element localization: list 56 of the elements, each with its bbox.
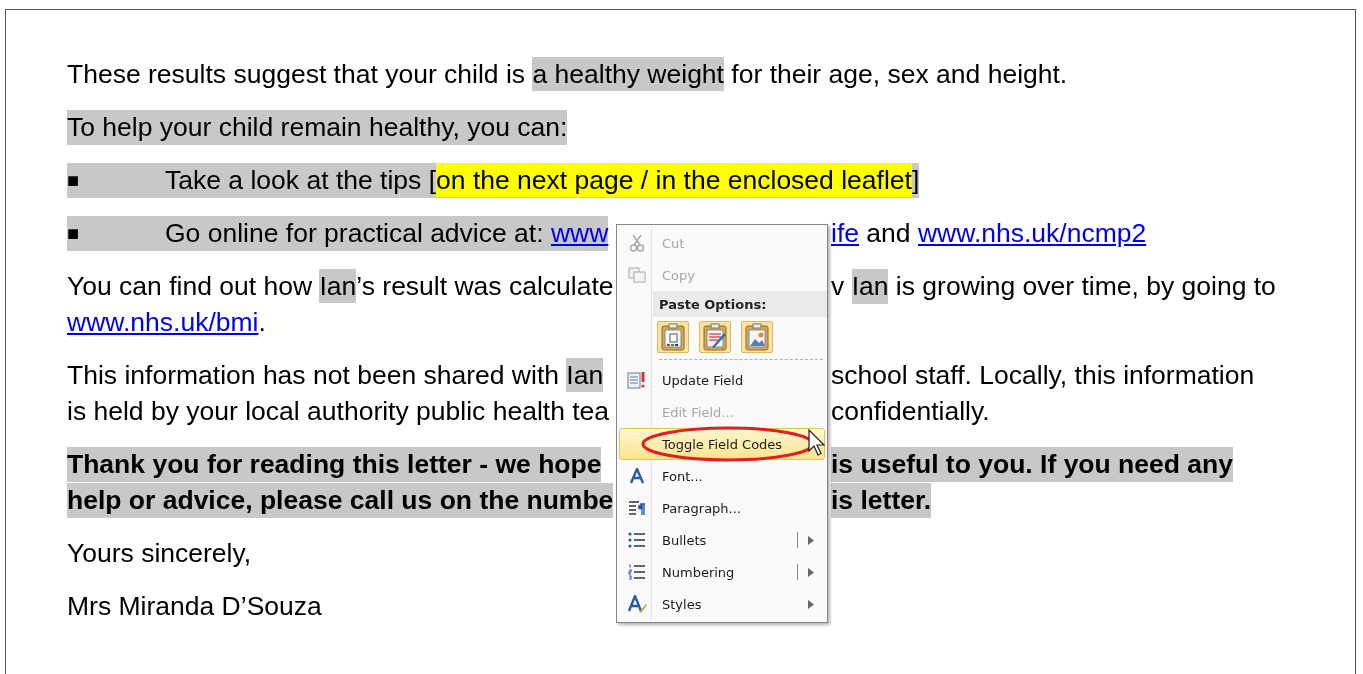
menu-item[interactable]: Toggle Field Codes [619,428,825,460]
text-line: You can find out how Ian’s result was calculate [67,270,614,302]
menu-item-label: Toggle Field Codes [662,436,783,452]
link[interactable]: www.nhs.uk/ncmp2 [917,217,1147,249]
numbered-list-icon [628,564,646,580]
link[interactable]: www [550,217,609,248]
text-line: These results suggest that your child is a healthy weight for their age, sex and height. [67,58,1068,90]
text-line: school staff. Locally, this information [831,358,1255,392]
text-line: This information has not been shared with Ian [67,359,604,391]
paste-option-button[interactable] [741,321,773,353]
letter-a-brush-icon [627,595,647,613]
scissors-icon [629,234,645,252]
menu-item-label: Numbering [662,564,735,580]
menu-item-label: Cut [662,235,685,251]
text-line: To help your child remain healthy, you can: [67,111,568,143]
menu-item-label: Copy [662,267,695,283]
menu-item-label: Bullets [662,532,707,548]
text-line: Go online for practical advice at: www [165,217,609,249]
text-line: confidentially. [831,394,990,428]
menu-item[interactable]: Paragraph... [619,492,825,524]
paragraph-icon [628,500,646,516]
clipboard-picture-icon [744,323,770,351]
menu-item-label: Paragraph... [662,500,741,516]
copy-icon [628,267,646,283]
link[interactable]: www.nhs.uk/bmi [67,306,259,337]
text-line: is held by your local authority public health tea [67,395,610,427]
menu-item-label: Update Field [662,372,744,388]
text-line: Thank you for reading this letter - we hope [67,448,602,480]
text-line: v Ian is growing over time, by going to [831,266,1276,306]
text-line: Yours sincerely, [67,537,252,569]
menu-item-label: Styles [662,596,702,612]
letter-a-icon [629,468,645,484]
clipboard-text-icon [660,323,686,351]
submenu-arrow-icon [808,599,814,609]
paste-option-button[interactable] [699,321,731,353]
submenu-arrow-icon [808,535,814,545]
menu-item[interactable]: Update Field [619,364,825,396]
text-line: ife and www.nhs.uk/ncmp2 [831,216,1147,251]
menu-item[interactable]: Styles [619,588,825,620]
menu-item-label: Edit Field... [662,404,734,420]
link[interactable]: ife [831,217,859,249]
text-line: Mrs Miranda D’Souza [67,590,322,622]
submenu-arrow-icon [808,567,814,577]
menu-item[interactable]: Font... [619,460,825,492]
menu-item[interactable]: Numbering [619,556,825,588]
clipboard-brush-icon [702,323,728,351]
menu-item-label: Font... [662,468,703,484]
bullet-list-icon [628,532,646,548]
paste-option-button[interactable] [657,321,689,353]
menu-header: Paste Options: [653,291,827,317]
document-exclamation-icon [627,371,647,389]
text-line: www.nhs.uk/bmi. [67,306,266,338]
menu-item[interactable]: Bullets [619,524,825,556]
bullet-mark: ■ [67,168,81,192]
bullet-mark: ■ [67,221,81,245]
text-line: help or advice, please call us on the numbe [67,484,614,516]
